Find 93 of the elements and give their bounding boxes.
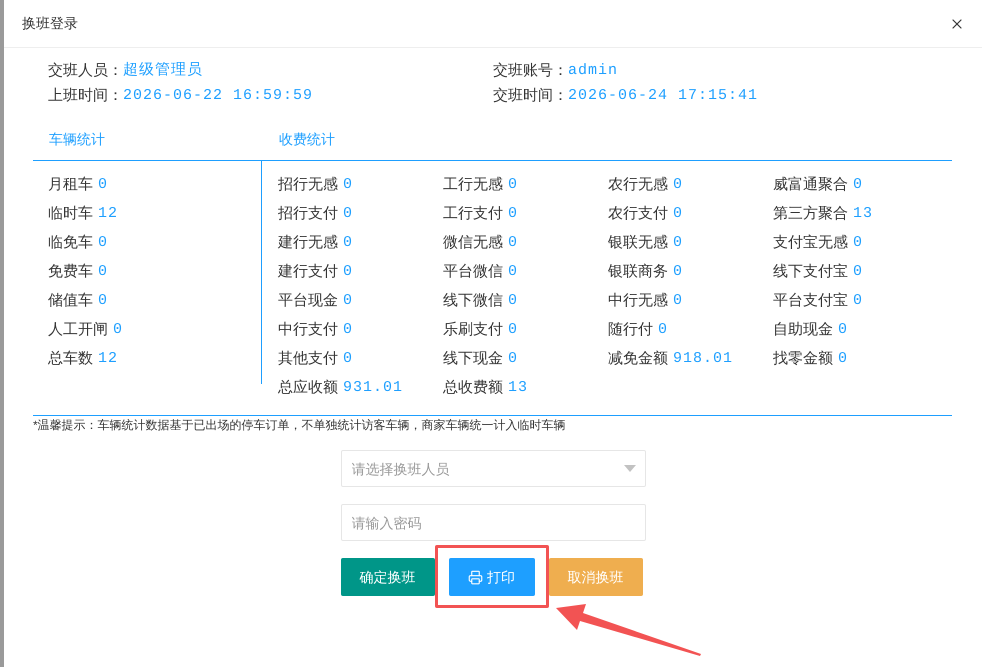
stat-label: 招行无感 (278, 175, 338, 196)
stat-label: 找零金额 (773, 349, 833, 370)
stat-label: 微信无感 (443, 233, 503, 254)
info-label: 交班时间： (493, 86, 568, 106)
printer-icon (468, 570, 483, 584)
stat-value: 12 (98, 349, 118, 370)
stat-label: 建行无感 (278, 233, 338, 254)
stat-value: 0 (343, 175, 354, 196)
stat-label: 减免金额 (608, 349, 668, 370)
stat-value: 931.01 (343, 378, 404, 398)
stat-value: 0 (508, 291, 518, 312)
stat-label: 农行无感 (608, 175, 668, 196)
stat-label: 平台现金 (278, 291, 338, 312)
stat-value: 0 (853, 262, 864, 282)
stat-label: 储值车 (48, 291, 93, 312)
stat-value: 0 (673, 262, 684, 282)
stat-label: 工行无感 (443, 175, 503, 196)
stat-value: 918.01 (673, 349, 734, 370)
stat-label: 中行无感 (608, 291, 668, 312)
stat-value: 0 (508, 175, 518, 196)
stat-label: 平台微信 (443, 262, 503, 282)
caret-icon (624, 465, 636, 472)
stat-value: 0 (508, 320, 518, 340)
stat-label: 自助现金 (773, 320, 833, 340)
stat-value: 0 (508, 204, 518, 224)
section-title: 收费统计 (279, 131, 335, 147)
stat-label: 工行支付 (443, 204, 503, 224)
stat-label: 招行支付 (278, 204, 338, 224)
stat-value: 0 (673, 291, 684, 312)
stat-value: 0 (113, 320, 124, 340)
stat-label: 临时车 (48, 204, 93, 224)
stat-value: 13 (853, 204, 874, 224)
stat-value: 0 (673, 175, 684, 196)
stat-value: 0 (853, 233, 864, 254)
stat-label: 总收费额 (443, 378, 503, 398)
stat-label: 总车数 (48, 349, 93, 370)
stat-label: 农行支付 (608, 204, 668, 224)
info-value: 2026-06-22 16:59:59 (123, 86, 314, 106)
stat-value: 0 (853, 291, 864, 312)
stat-label: 支付宝无感 (773, 233, 848, 254)
stat-value: 12 (98, 204, 118, 224)
info-value: 2026-06-24 17:15:41 (568, 86, 758, 106)
stat-label: 总应收额 (278, 378, 338, 398)
stat-value: 13 (508, 378, 528, 398)
stat-label: 随行付 (608, 320, 653, 340)
info-value: admin (568, 61, 618, 82)
password-field[interactable]: 请输入密码 (340, 504, 646, 541)
stat-value: 0 (343, 262, 354, 282)
staff-select-field[interactable]: 请选择换班人员 (340, 450, 646, 487)
stat-label: 人工开闸 (48, 320, 108, 340)
stat-label: 其他支付 (278, 349, 338, 370)
stat-label: 平台支付宝 (773, 291, 848, 312)
section-title: 车辆统计 (49, 131, 105, 147)
stat-value: 0 (343, 349, 354, 370)
stat-value: 0 (673, 204, 684, 224)
stat-value: 0 (343, 320, 354, 340)
info-value: 超级管理员 (123, 60, 203, 82)
stat-label: 建行支付 (278, 262, 338, 282)
stat-value: 0 (98, 175, 108, 196)
stat-value: 0 (508, 233, 518, 254)
stat-label: 临免车 (48, 233, 93, 254)
print-button[interactable]: 打印 (448, 558, 534, 596)
dialog-title: 换班登录 (22, 14, 78, 33)
stat-label: 第三方聚合 (773, 204, 848, 224)
stat-value: 0 (673, 233, 684, 254)
stat-label: 免费车 (48, 262, 93, 282)
tip-text: *温馨提示：车辆统计数据基于已出场的停车订单，不单独统计访客车辆，商家车辆统一计入临时车辆 (33, 418, 566, 432)
info-label: 交班人员： (48, 61, 123, 82)
stat-value: 0 (98, 233, 108, 254)
stat-label: 威富通聚合 (773, 175, 848, 196)
stat-value: 0 (98, 262, 108, 282)
stat-label: 月租车 (48, 175, 93, 196)
stat-value: 0 (508, 262, 518, 282)
confirm-button[interactable]: 确定换班 (340, 558, 434, 596)
stat-value: 0 (343, 291, 354, 312)
cancel-button[interactable]: 取消换班 (548, 558, 642, 596)
stat-value: 0 (853, 175, 864, 196)
stat-label: 银联无感 (608, 233, 668, 254)
stat-value: 0 (343, 204, 354, 224)
stat-value: 0 (508, 349, 518, 370)
stat-label: 乐刷支付 (443, 320, 503, 340)
stat-value: 0 (343, 233, 354, 254)
stat-value: 0 (98, 291, 108, 312)
stat-value: 0 (838, 320, 848, 340)
stat-label: 线下支付宝 (773, 262, 848, 282)
stat-value: 0 (838, 349, 848, 370)
info-label: 上班时间： (48, 86, 123, 106)
stat-value: 0 (658, 320, 668, 340)
stat-label: 银联商务 (608, 262, 668, 282)
stat-label: 线下微信 (443, 291, 503, 312)
info-label: 交班账号： (493, 61, 568, 82)
stat-label: 中行支付 (278, 320, 338, 340)
stat-label: 线下现金 (443, 349, 503, 370)
